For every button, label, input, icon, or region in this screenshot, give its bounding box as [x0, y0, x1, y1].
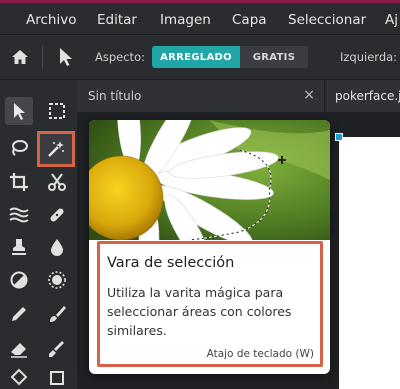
tab-pokerface-label: pokerface.j: [335, 89, 400, 103]
brush-tool[interactable]: [43, 300, 71, 328]
options-bar: Aspecto: ARREGLADO GRATIS Izquierda:: [0, 34, 400, 79]
home-icon[interactable]: [10, 47, 30, 67]
scissors-icon: [48, 173, 66, 191]
bucket-icon: [10, 368, 28, 386]
tooltip-title: Vara de selección: [107, 255, 235, 271]
crop-icon: [10, 173, 28, 191]
crop-tool[interactable]: [5, 168, 33, 196]
menu-capa[interactable]: Capa: [232, 12, 267, 28]
tab-pokerface[interactable]: pokerface.j: [326, 80, 400, 112]
bucket-tool[interactable]: [5, 367, 33, 389]
cut-tool[interactable]: [43, 168, 71, 196]
close-icon[interactable]: ×: [303, 87, 315, 103]
eraser-tool[interactable]: [5, 335, 33, 363]
shape-icon: [50, 371, 64, 385]
pencil-icon: [12, 307, 26, 321]
options-divider: [42, 45, 43, 69]
drop-icon: [51, 239, 63, 256]
heal-tool[interactable]: [43, 201, 71, 229]
menu-archivo[interactable]: Archivo: [26, 12, 76, 28]
finger-icon: [49, 341, 64, 357]
aspect-label: Aspecto:: [95, 50, 145, 64]
tab-untitled[interactable]: Sin título ×: [77, 80, 325, 112]
stamp-icon: [12, 239, 26, 255]
menu-bar: Archivo Editar Imagen Capa Seleccionar A…: [0, 3, 400, 34]
menu-ajustes[interactable]: Aj: [385, 12, 398, 28]
smudge-tool[interactable]: [43, 335, 71, 363]
dodge-tool[interactable]: [5, 266, 33, 294]
move-arrow-icon[interactable]: [56, 46, 76, 68]
pointer-icon: [14, 103, 25, 120]
magic-wand-tool[interactable]: [37, 131, 75, 167]
liquify-tool[interactable]: [5, 201, 33, 229]
menu-imagen[interactable]: Imagen: [160, 12, 211, 28]
contrast-icon: [10, 271, 28, 289]
lasso-icon: [12, 140, 28, 156]
blur-tool[interactable]: [43, 233, 71, 261]
lasso-tool[interactable]: [5, 134, 33, 162]
marquee-icon: [49, 103, 65, 119]
eraser-icon: [11, 343, 27, 358]
aspect-free-button[interactable]: GRATIS: [240, 46, 308, 68]
menu-seleccionar[interactable]: Seleccionar: [288, 12, 366, 28]
move-tool[interactable]: [5, 97, 33, 125]
document-tabs: Sin título × pokerface.j: [77, 80, 400, 112]
tooltip-shortcut: Atajo de teclado (W): [206, 348, 314, 360]
sun-icon: [48, 271, 66, 289]
menu-editar[interactable]: Editar: [97, 12, 137, 28]
sponge-tool[interactable]: [43, 266, 71, 294]
shape-tool[interactable]: [43, 367, 71, 389]
stamp-tool[interactable]: [5, 233, 33, 261]
tab-untitled-label: Sin título: [88, 89, 142, 103]
magic-wand-icon: [48, 141, 64, 157]
aspect-fixed-button[interactable]: ARREGLADO: [152, 46, 240, 68]
wave-icon: [9, 207, 29, 223]
tools-panel: [0, 80, 77, 389]
left-label: Izquierda:: [340, 50, 398, 64]
document-canvas[interactable]: [339, 137, 400, 389]
pencil-tool[interactable]: [5, 300, 33, 328]
resize-handle[interactable]: [335, 133, 343, 141]
tooltip-description: Utiliza la varita mágica para selecciona…: [107, 285, 292, 338]
tooltip-daisy-image: [89, 120, 330, 240]
tool-tooltip: Vara de selección Utiliza la varita mági…: [89, 120, 330, 374]
marquee-tool[interactable]: [43, 97, 71, 125]
bandage-icon: [50, 208, 64, 222]
tooltip-text-box: Vara de selección Utiliza la varita mági…: [97, 241, 323, 367]
brush-icon: [50, 306, 66, 322]
